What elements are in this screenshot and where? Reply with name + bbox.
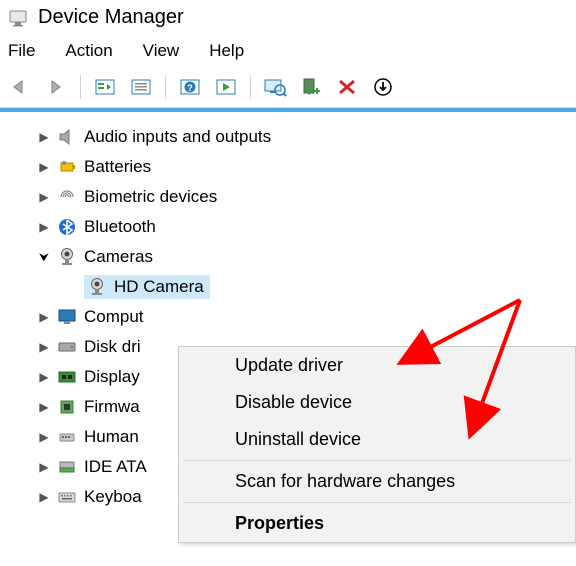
device-manager-icon xyxy=(8,8,28,28)
tree-label: HD Camera xyxy=(114,277,204,297)
chevron-down-icon[interactable]: ⮟ xyxy=(36,250,52,265)
list-view-button[interactable] xyxy=(125,73,157,101)
hid-icon xyxy=(56,426,78,448)
toolbar-separator xyxy=(80,75,81,99)
monitor-icon xyxy=(56,306,78,328)
menu-bar: File Action View Help xyxy=(0,37,576,69)
cm-uninstall-device[interactable]: Uninstall device xyxy=(179,421,575,458)
toolbar: ? xyxy=(0,69,576,108)
tree-node-hd-camera[interactable]: HD Camera xyxy=(64,272,572,302)
tree-label: Biometric devices xyxy=(84,187,217,207)
play-button[interactable] xyxy=(210,73,242,101)
chip-icon xyxy=(56,396,78,418)
menu-help[interactable]: Help xyxy=(209,41,244,61)
tree-label: Display xyxy=(84,367,140,387)
chevron-right-icon[interactable]: ▶ xyxy=(36,340,52,354)
more-button[interactable] xyxy=(367,73,399,101)
cm-separator xyxy=(183,460,571,461)
cm-separator xyxy=(183,502,571,503)
bluetooth-icon xyxy=(56,216,78,238)
cm-disable-device[interactable]: Disable device xyxy=(179,384,575,421)
gpu-icon xyxy=(56,366,78,388)
chevron-right-icon[interactable]: ▶ xyxy=(36,130,52,144)
title-bar: Device Manager xyxy=(0,0,576,37)
add-hardware-button[interactable] xyxy=(295,73,327,101)
disk-icon xyxy=(56,336,78,358)
tree-node-bluetooth[interactable]: ▶ Bluetooth xyxy=(36,212,572,242)
chevron-right-icon[interactable]: ▶ xyxy=(36,460,52,474)
toolbar-separator xyxy=(250,75,251,99)
tree-label: Firmwa xyxy=(84,397,140,417)
camera-icon xyxy=(56,246,78,268)
context-menu: Update driver Disable device Uninstall d… xyxy=(178,346,576,543)
cm-properties[interactable]: Properties xyxy=(179,505,575,542)
ide-icon xyxy=(56,456,78,478)
chevron-right-icon[interactable]: ▶ xyxy=(36,490,52,504)
menu-view[interactable]: View xyxy=(143,41,180,61)
forward-button[interactable] xyxy=(40,73,72,101)
cm-scan-hardware[interactable]: Scan for hardware changes xyxy=(179,463,575,500)
cm-update-driver[interactable]: Update driver xyxy=(179,347,575,384)
chevron-right-icon[interactable]: ▶ xyxy=(36,220,52,234)
chevron-right-icon[interactable]: ▶ xyxy=(36,310,52,324)
tree-label: Batteries xyxy=(84,157,151,177)
tree-node-computer[interactable]: ▶ Comput xyxy=(36,302,572,332)
back-button[interactable] xyxy=(4,73,36,101)
chevron-right-icon[interactable]: ▶ xyxy=(36,400,52,414)
camera-icon xyxy=(86,276,108,298)
tree-label: Cameras xyxy=(84,247,153,267)
scan-button[interactable] xyxy=(259,73,291,101)
tree-label: Bluetooth xyxy=(84,217,156,237)
fingerprint-icon xyxy=(56,186,78,208)
window-title: Device Manager xyxy=(38,6,184,29)
tree-selection: HD Camera xyxy=(84,275,210,299)
menu-file[interactable]: File xyxy=(8,41,35,61)
tree-label: IDE ATA xyxy=(84,457,147,477)
tree-label: Audio inputs and outputs xyxy=(84,127,271,147)
window-pane-button[interactable] xyxy=(89,73,121,101)
battery-icon xyxy=(56,156,78,178)
chevron-right-icon[interactable]: ▶ xyxy=(36,430,52,444)
speaker-icon xyxy=(56,126,78,148)
toolbar-separator xyxy=(165,75,166,99)
chevron-right-icon[interactable]: ▶ xyxy=(36,160,52,174)
tree-node-cameras[interactable]: ⮟ Cameras xyxy=(36,242,572,272)
tree-label: Human xyxy=(84,427,139,447)
uninstall-button[interactable] xyxy=(331,73,363,101)
tree-label: Comput xyxy=(84,307,144,327)
svg-text:?: ? xyxy=(187,83,193,93)
keyboard-icon xyxy=(56,486,78,508)
chevron-right-icon[interactable]: ▶ xyxy=(36,190,52,204)
tree-node-audio[interactable]: ▶ Audio inputs and outputs xyxy=(36,122,572,152)
tree-node-biometric[interactable]: ▶ Biometric devices xyxy=(36,182,572,212)
tree-label: Keyboa xyxy=(84,487,142,507)
menu-action[interactable]: Action xyxy=(65,41,112,61)
chevron-right-icon[interactable]: ▶ xyxy=(36,370,52,384)
tree-label: Disk dri xyxy=(84,337,141,357)
help-button[interactable]: ? xyxy=(174,73,206,101)
tree-node-batteries[interactable]: ▶ Batteries xyxy=(36,152,572,182)
